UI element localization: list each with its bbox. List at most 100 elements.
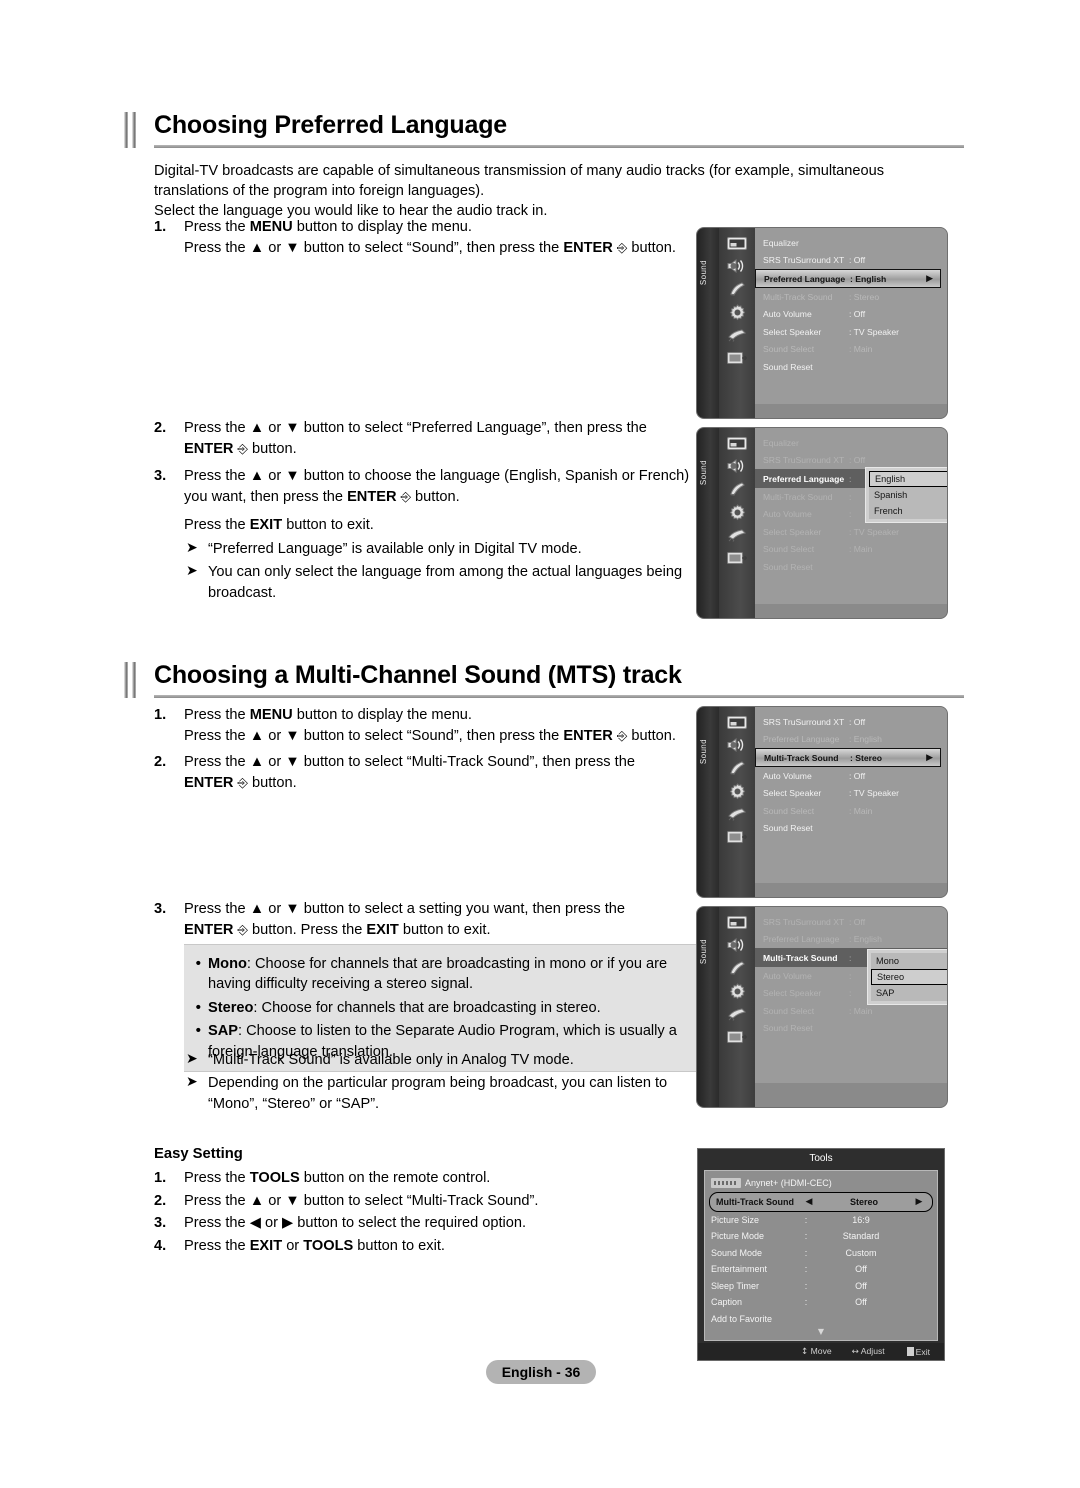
channel-icon[interactable]: [724, 480, 750, 498]
picture-icon[interactable]: [724, 713, 750, 731]
tools-row-label: Sound Mode: [711, 1247, 763, 1258]
osd-sound-menu-1[interactable]: Sound Equalizer SRS TruSurround XT: Off …: [697, 228, 947, 418]
tools-row-label: Picture Size: [711, 1214, 760, 1225]
step-text-part: button to exit.: [398, 921, 491, 938]
osd-row-multi-track-sound[interactable]: Multi-Track Sound: Stereo: [755, 288, 947, 306]
osd-row-value: :: [849, 473, 852, 484]
step-item: 1. Press the TOOLS button on the remote …: [154, 1168, 654, 1189]
note-item: ➤ “Preferred Language” is available only…: [186, 539, 698, 559]
tools-row-picture-size[interactable]: Picture Size: 16:9: [705, 1212, 937, 1229]
channel-icon[interactable]: [724, 280, 750, 298]
setup-icon[interactable]: [724, 303, 750, 321]
input-icon[interactable]: [724, 326, 750, 344]
step-number: 3.: [154, 1215, 167, 1232]
support-icon[interactable]: [724, 549, 750, 567]
osd-row-label: Sound Reset: [763, 361, 813, 372]
input-icon[interactable]: [724, 1005, 750, 1023]
tools-row-sleep-timer[interactable]: Sleep Timer: Off: [705, 1278, 937, 1295]
tools-row-entertainment[interactable]: Entertainment: Off: [705, 1261, 937, 1278]
tools-row-label: Multi-Track Sound: [716, 1196, 795, 1207]
osd-row-value: : TV Speaker: [849, 788, 899, 799]
input-icon[interactable]: [724, 526, 750, 544]
osd-row-auto-volume[interactable]: Auto Volume: Off: [755, 306, 947, 324]
step-number: 1.: [154, 707, 167, 723]
osd-row-sound-reset[interactable]: Sound Reset: [755, 358, 947, 376]
dropdown-option-french[interactable]: French: [869, 503, 947, 519]
support-icon[interactable]: [724, 349, 750, 367]
osd-row-equalizer[interactable]: Equalizer: [755, 434, 947, 452]
sound-icon[interactable]: [724, 457, 750, 475]
input-icon[interactable]: [724, 805, 750, 823]
osd-sound-menu-4[interactable]: Sound SRS TruSurround XT: Off Preferred …: [697, 907, 947, 1107]
osd-sound-menu-3[interactable]: Sound SRS TruSurround XT: Off Preferred …: [697, 707, 947, 897]
option-text: Stereo: Choose for channels that are bro…: [208, 998, 601, 1018]
tools-row-picture-mode[interactable]: Picture Mode: Standard: [705, 1228, 937, 1245]
tools-row-anynet[interactable]: Anynet+ (HDMI-CEC): [705, 1175, 937, 1192]
multi-track-sound-dropdown[interactable]: Mono Stereo SAP: [867, 949, 947, 1005]
setup-icon[interactable]: [724, 982, 750, 1000]
right-arrow-icon[interactable]: ▶: [912, 1197, 926, 1207]
osd-row-select-speaker[interactable]: Select Speaker: TV Speaker: [755, 523, 947, 541]
step-item: 1. Press the MENU button to display the …: [154, 217, 699, 258]
easy-setting-title: Easy Setting: [154, 1146, 243, 1162]
dropdown-option-spanish[interactable]: Spanish: [869, 487, 947, 503]
section1-title: Choosing Preferred Language: [154, 111, 507, 139]
osd-row-preferred-language[interactable]: Preferred Language: English ▶: [755, 269, 941, 288]
osd-row-auto-volume[interactable]: Auto Volume: Off: [755, 767, 947, 785]
osd-row-select-speaker[interactable]: Select Speaker : TV Speaker: [755, 785, 947, 803]
osd-row-srs[interactable]: SRS TruSurround XT: Off: [755, 913, 947, 931]
dropdown-option-stereo[interactable]: Stereo: [871, 969, 947, 985]
osd-row-preferred-language[interactable]: Preferred Language: English: [755, 931, 947, 949]
tools-row-add-to-favorite[interactable]: Add to Favorite: [705, 1311, 937, 1328]
osd-row-sound-select[interactable]: Sound Select: Main: [755, 802, 947, 820]
osd-row-srs[interactable]: SRS TruSurround XT: Off: [755, 252, 947, 270]
osd-row-select-speaker[interactable]: Select Speaker: TV Speaker: [755, 323, 947, 341]
osd-row-preferred-language[interactable]: Preferred Language: English: [755, 731, 947, 749]
osd-row-sound-reset[interactable]: Sound Reset: [755, 1020, 947, 1038]
channel-icon[interactable]: [724, 959, 750, 977]
dropdown-option-english[interactable]: English: [869, 471, 947, 487]
tools-panel[interactable]: Tools Anynet+ (HDMI-CEC) Multi-Track Sou…: [697, 1148, 945, 1361]
language-dropdown[interactable]: English Spanish French: [865, 467, 947, 523]
osd-row-sound-select[interactable]: Sound Select: Main: [755, 341, 947, 359]
sound-icon[interactable]: [724, 257, 750, 275]
osd-row-value: : TV Speaker: [849, 526, 899, 537]
picture-icon[interactable]: [724, 913, 750, 931]
osd-row-srs[interactable]: SRS TruSurround XT: Off: [755, 713, 947, 731]
setup-icon[interactable]: [724, 503, 750, 521]
step-item: 3. Press the ▲ or ▼ button to select a s…: [154, 899, 699, 940]
tools-row-caption[interactable]: Caption: Off: [705, 1294, 937, 1311]
scroll-down-icon[interactable]: ▼: [705, 1327, 937, 1338]
tools-row-multi-track-sound[interactable]: Multi-Track Sound ◀ Stereo ▶: [709, 1191, 933, 1212]
osd-row-multi-track-sound[interactable]: Multi-Track Sound: Stereo ▶: [755, 748, 941, 767]
osd-row-sound-select[interactable]: Sound Select: Main: [755, 541, 947, 559]
osd-row-label: Select Speaker: [763, 788, 822, 799]
tools-row-sound-mode[interactable]: Sound Mode: Custom: [705, 1245, 937, 1262]
dropdown-option-mono[interactable]: Mono: [871, 953, 947, 969]
tools-row-value: Off: [855, 1280, 867, 1291]
osd-row-sound-reset[interactable]: Sound Reset: [755, 558, 947, 576]
sound-icon[interactable]: [724, 936, 750, 954]
osd-row-value: :: [849, 952, 852, 963]
dropdown-option-sap[interactable]: SAP: [871, 985, 947, 1001]
sound-icon[interactable]: [724, 736, 750, 754]
picture-icon[interactable]: [724, 234, 750, 252]
osd-row-value: : Main: [849, 1005, 873, 1016]
footer-adjust: ↔ Adjust: [852, 1346, 885, 1357]
tools-row-label: Entertainment: [711, 1264, 768, 1275]
setup-icon[interactable]: [724, 782, 750, 800]
osd-row-label: Auto Volume: [763, 970, 812, 981]
osd-row-label: Sound Reset: [763, 561, 813, 572]
support-icon[interactable]: [724, 828, 750, 846]
tools-row-sep: :: [804, 1231, 808, 1242]
channel-icon[interactable]: [724, 759, 750, 777]
picture-icon[interactable]: [724, 434, 750, 452]
osd-row-sound-reset[interactable]: Sound Reset: [755, 820, 947, 838]
tools-title: Tools: [698, 1149, 944, 1168]
support-icon[interactable]: [724, 1028, 750, 1046]
osd-sound-menu-2[interactable]: Sound Equalizer SRS TruSurround XT: Off …: [697, 428, 947, 618]
left-arrow-icon[interactable]: ◀: [802, 1197, 816, 1207]
osd-items: Equalizer SRS TruSurround XT: Off Prefer…: [755, 228, 947, 404]
option-text: Mono: Choose for channels that are broad…: [208, 954, 684, 995]
osd-row-equalizer[interactable]: Equalizer: [755, 234, 947, 252]
